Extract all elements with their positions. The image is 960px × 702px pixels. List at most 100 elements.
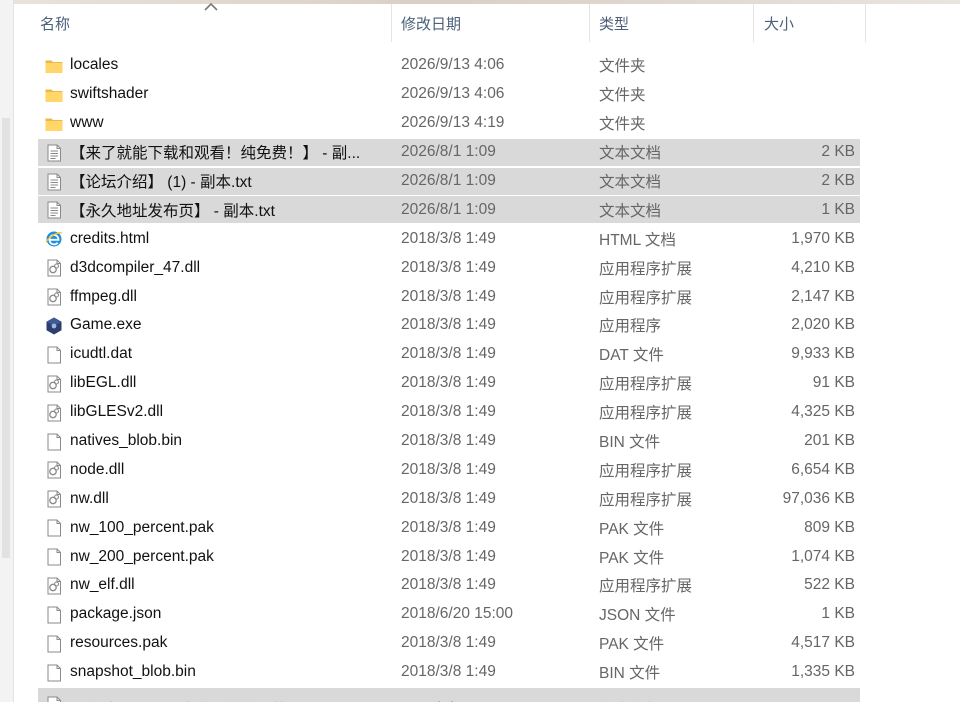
file-date: 2018/3/8 1:49 <box>401 518 496 536</box>
file-size: 2 KB <box>821 143 855 161</box>
file-row[interactable]: 最新地址及APP请发邮箱自动获取!!! 2026/8/1 1:09 文本文档1 KB <box>14 687 960 702</box>
file-type: BIN 文件 <box>599 665 661 683</box>
file-row[interactable]: Game.exe 2018/3/8 1:49 应用程序 2,020 KB <box>14 311 960 340</box>
column-header-size[interactable]: 大小 <box>754 4 866 42</box>
file-size: 522 KB <box>804 576 855 594</box>
file-row[interactable]: icudtl.dat 2018/3/8 1:49 DAT 文件 9,933 KB <box>14 340 960 369</box>
file-date: 2018/3/8 1:49 <box>401 287 496 305</box>
file-size: 4,210 KB <box>791 258 855 276</box>
file-name: nw_100_percent.pak <box>70 518 214 536</box>
file-name: 【永久地址发布页】 - 副本.txt <box>70 202 275 220</box>
file-name: locales <box>70 56 119 74</box>
file-name: swiftshader <box>70 85 149 103</box>
file-size: 2,147 KB <box>791 287 855 305</box>
text-file-icon <box>44 143 64 163</box>
file-row[interactable]: 【论坛介绍】 (1) - 副本.txt 2026/8/1 1:09 文本文档 2 KB <box>14 167 960 196</box>
file-name: nw_200_percent.pak <box>70 547 214 565</box>
file-size: 201 KB <box>804 432 855 450</box>
column-header-date-label: 修改日期 <box>401 15 462 33</box>
file-size: 1 KB <box>821 200 855 218</box>
folder-icon <box>44 85 64 105</box>
blank-file-icon <box>44 518 64 538</box>
file-row[interactable]: package.json 2018/6/20 15:00 JSON 文件 1 KB <box>14 600 960 629</box>
text-file-icon <box>44 200 64 220</box>
file-type: 应用程序扩展 <box>599 376 693 394</box>
blank-file-icon <box>44 432 64 452</box>
text-file-icon <box>44 172 64 192</box>
file-name: credits.html <box>70 229 150 247</box>
file-row[interactable]: node.dll 2018/3/8 1:49 应用程序扩展 6,654 KB <box>14 455 960 484</box>
file-row[interactable]: nw.dll 2018/3/8 1:49 应用程序扩展 97,036 KB <box>14 484 960 513</box>
file-date: 2026/8/1 1:09 <box>401 143 496 161</box>
file-type: 应用程序扩展 <box>599 491 693 509</box>
column-header-bar: 名称 修改日期 类型 大小 <box>14 2 960 42</box>
blank-file-icon <box>44 663 64 683</box>
file-date: 2026/9/13 4:06 <box>401 56 505 74</box>
dll-file-icon <box>44 374 64 394</box>
file-name: icudtl.dat <box>70 345 133 363</box>
file-explorer-window: 名称 修改日期 类型 大小 locales 2026/9/13 4:06 文件夹 sw… <box>0 0 960 702</box>
file-row[interactable]: d3dcompiler_47.dll 2018/3/8 1:49 应用程序扩展 4,2… <box>14 253 960 282</box>
file-type: 应用程序扩展 <box>599 289 693 307</box>
file-name: natives_blob.bin <box>70 432 183 450</box>
column-header-type[interactable]: 类型 <box>590 4 754 42</box>
file-type: PAK 文件 <box>599 636 665 654</box>
file-date: 2018/3/8 1:49 <box>401 316 496 334</box>
file-row[interactable]: libEGL.dll 2018/3/8 1:49 应用程序扩展 91 KB <box>14 369 960 398</box>
file-size: 97,036 KB <box>782 489 855 507</box>
file-type: 应用程序扩展 <box>599 405 693 423</box>
file-type: JSON 文件 <box>599 607 676 625</box>
scrollbar-thumb[interactable] <box>2 118 10 558</box>
file-type: 文件夹 <box>599 116 646 134</box>
blank-file-icon <box>44 634 64 654</box>
column-header-date[interactable]: 修改日期 <box>392 4 590 42</box>
file-row[interactable]: swiftshader 2026/9/13 4:06 文件夹 <box>14 80 960 109</box>
file-name: 【论坛介绍】 (1) - 副本.txt <box>70 174 252 191</box>
file-type: PAK 文件 <box>599 549 665 567</box>
dll-file-icon <box>44 258 64 278</box>
file-type: 文件夹 <box>599 87 646 105</box>
file-type: 应用程序扩展 <box>599 260 693 278</box>
file-date: 2026/9/13 4:06 <box>401 85 505 103</box>
text-file-icon <box>44 695 64 702</box>
file-date: 2018/3/8 1:49 <box>401 634 496 652</box>
file-date: 2018/3/8 1:49 <box>401 258 496 276</box>
file-row[interactable]: 【来了就能下载和观看！纯免费！】 - 副... 2026/8/1 1:09 文本文档… <box>14 138 960 167</box>
file-date: 2018/3/8 1:49 <box>401 489 496 507</box>
file-type: 应用程序 <box>599 318 662 336</box>
blank-file-icon <box>44 547 64 567</box>
file-list: locales 2026/9/13 4:06 文件夹 swiftshader 2026/… <box>14 51 960 702</box>
file-size: 9,933 KB <box>791 345 855 363</box>
file-row[interactable]: www 2026/9/13 4:19 文件夹 <box>14 109 960 138</box>
file-size <box>759 109 855 138</box>
file-name: ffmpeg.dll <box>70 287 137 305</box>
file-size: 809 KB <box>804 518 855 536</box>
file-row[interactable]: nw_elf.dll 2018/3/8 1:49 应用程序扩展 522 KB <box>14 571 960 600</box>
file-type: 文本文档 <box>599 695 759 702</box>
file-name: d3dcompiler_47.dll <box>70 258 201 276</box>
column-header-name[interactable]: 名称 <box>14 2 392 42</box>
file-row[interactable]: locales 2026/9/13 4:06 文件夹 <box>14 51 960 80</box>
file-row[interactable]: resources.pak 2018/3/8 1:49 PAK 文件 4,517 KB <box>14 629 960 658</box>
file-type: BIN 文件 <box>599 434 661 452</box>
column-header-size-label: 大小 <box>764 15 795 33</box>
file-name: 最新地址及APP请发邮箱自动获取!!! <box>70 695 396 702</box>
file-row[interactable]: nw_200_percent.pak 2018/3/8 1:49 PAK 文件 1,0… <box>14 542 960 571</box>
file-row[interactable]: snapshot_blob.bin 2018/3/8 1:49 BIN 文件 1,33… <box>14 658 960 687</box>
file-type: 应用程序扩展 <box>599 578 693 596</box>
file-row[interactable]: libGLESv2.dll 2018/3/8 1:49 应用程序扩展 4,325 KB <box>14 398 960 427</box>
file-type: 文本文档 <box>599 174 662 191</box>
file-name: 【来了就能下载和观看！纯免费！】 - 副... <box>70 145 361 163</box>
folder-icon <box>44 56 64 76</box>
file-row[interactable]: ffmpeg.dll 2018/3/8 1:49 应用程序扩展 2,147 KB <box>14 282 960 311</box>
file-row[interactable]: 【永久地址发布页】 - 副本.txt 2026/8/1 1:09 文本文档 1 KB <box>14 195 960 224</box>
navigation-pane-scrollbar[interactable] <box>0 0 14 702</box>
file-date: 2018/6/20 15:00 <box>401 605 514 623</box>
file-row[interactable]: credits.html 2018/3/8 1:49 HTML 文档 1,970 KB <box>14 224 960 253</box>
file-row[interactable]: nw_100_percent.pak 2018/3/8 1:49 PAK 文件 809… <box>14 513 960 542</box>
file-name: www <box>70 114 104 132</box>
file-row[interactable]: natives_blob.bin 2018/3/8 1:49 BIN 文件 201 K… <box>14 427 960 456</box>
dll-file-icon <box>44 287 64 307</box>
folder-icon <box>44 114 64 134</box>
file-type: HTML 文档 <box>599 231 676 249</box>
